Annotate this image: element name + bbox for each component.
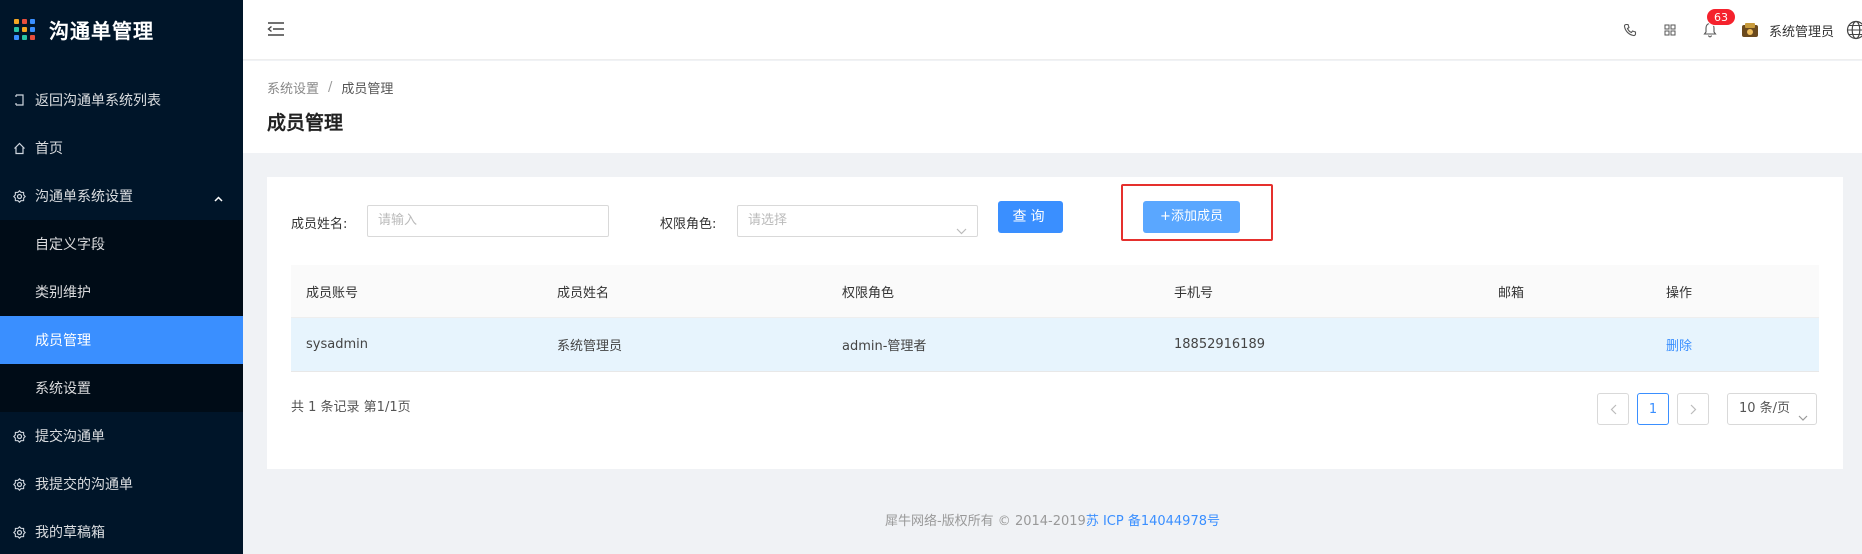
- sidebar-group-label: 沟通单系统设置: [35, 189, 133, 205]
- home-icon: [12, 141, 26, 155]
- delete-link[interactable]: 删除: [1666, 318, 1692, 371]
- user-name: 系统管理员: [1768, 24, 1834, 40]
- bell-icon[interactable]: 63: [1701, 8, 1736, 39]
- member-name-input[interactable]: 请输入: [367, 205, 609, 237]
- role-select-placeholder: 请选择: [748, 213, 788, 228]
- sidebar-item-label: 系统设置: [35, 381, 91, 397]
- pagination: 1 10 条/页: [1589, 393, 1817, 425]
- column-header-role: 权限角色: [842, 285, 895, 301]
- chevron-up-icon: [214, 190, 223, 206]
- grid-icon[interactable]: [1661, 21, 1679, 39]
- sidebar-item-system-settings[interactable]: 系统设置: [0, 364, 243, 412]
- table-row[interactable]: sysadmin 系统管理员 admin-管理者 18852916189 删除: [291, 318, 1819, 372]
- sidebar-item-label: 返回沟通单系统列表: [35, 93, 161, 109]
- footer-copyright: 犀牛网络-版权所有 © 2014-2019: [884, 514, 1086, 529]
- sidebar-item-members[interactable]: 成员管理: [0, 316, 243, 364]
- gear-icon: [12, 189, 26, 203]
- header-actions: 63 系统管理员: [1621, 0, 1862, 60]
- sidebar-item-label: 成员管理: [35, 333, 91, 349]
- column-header-phone: 手机号: [1174, 285, 1214, 301]
- sidebar-item-label: 首页: [35, 141, 63, 157]
- footer-icp-link[interactable]: 苏 ICP 备14044978号: [1086, 514, 1220, 529]
- page-size-value: 10 条/页: [1739, 401, 1791, 416]
- sidebar-item-my-submitted[interactable]: 我提交的沟通单: [0, 460, 243, 508]
- app-logo[interactable]: 沟通单管理: [0, 0, 243, 58]
- next-page-button[interactable]: [1677, 393, 1709, 425]
- globe-icon[interactable]: [1846, 20, 1862, 40]
- sidebar-item-category[interactable]: 类别维护: [0, 268, 243, 316]
- sidebar-item-label: 类别维护: [35, 285, 91, 301]
- sidebar: 沟通单管理 返回沟通单系统列表 首页 沟通单系统设置 自定义字段 类别维护 成员…: [0, 0, 243, 554]
- breadcrumb-current: 成员管理: [341, 82, 394, 97]
- sidebar-item-home[interactable]: 首页: [0, 124, 243, 172]
- role-label: 权限角色:: [660, 217, 717, 232]
- page-title: 成员管理: [267, 112, 344, 134]
- sidebar-item-label: 提交沟通单: [35, 429, 105, 445]
- pagination-summary: 共 1 条记录 第1/1页: [291, 400, 411, 415]
- chevron-down-icon: [1798, 404, 1808, 434]
- column-header-name: 成员姓名: [557, 285, 610, 301]
- user-menu[interactable]: 系统管理员: [1741, 21, 1834, 40]
- page-header: 系统设置 / 成员管理 成员管理: [243, 61, 1862, 153]
- query-button[interactable]: 查询: [998, 201, 1063, 233]
- chevron-right-icon: [1690, 404, 1696, 414]
- logo-icon: [14, 18, 35, 40]
- content-card: 成员姓名: 请输入 权限角色: 请选择 查询 +添加成员 成员账号 成员姓名 权…: [267, 177, 1843, 469]
- cell-role: admin-管理者: [842, 339, 927, 354]
- chevron-left-icon: [1610, 404, 1616, 414]
- footer: 犀牛网络-版权所有 © 2014-2019苏 ICP 备14044978号: [243, 510, 1862, 529]
- breadcrumb: 系统设置 / 成员管理: [267, 78, 1862, 97]
- sidebar-item-custom-fields[interactable]: 自定义字段: [0, 220, 243, 268]
- phone-icon[interactable]: [1621, 21, 1639, 39]
- add-member-button[interactable]: +添加成员: [1143, 201, 1240, 233]
- cell-phone: 18852916189: [1174, 337, 1265, 352]
- column-header-email: 邮箱: [1498, 285, 1525, 301]
- gear-icon: [12, 525, 26, 539]
- member-name-label: 成员姓名:: [291, 217, 348, 232]
- top-header: 63 系统管理员: [243, 0, 1862, 60]
- menu-fold-icon[interactable]: [267, 21, 285, 41]
- chevron-down-icon: [956, 217, 967, 247]
- column-header-action: 操作: [1666, 285, 1693, 301]
- cell-account: sysadmin: [306, 337, 368, 352]
- table-header: 成员账号 成员姓名 权限角色 手机号 邮箱 操作: [291, 265, 1819, 318]
- sidebar-group-settings[interactable]: 沟通单系统设置: [0, 172, 243, 220]
- sidebar-item-label: 我提交的沟通单: [35, 477, 133, 493]
- gear-icon: [12, 429, 26, 443]
- sidebar-nav: 返回沟通单系统列表 首页 沟通单系统设置 自定义字段 类别维护 成员管理 系统设…: [0, 76, 243, 554]
- sidebar-submenu: 自定义字段 类别维护 成员管理 系统设置: [0, 220, 243, 412]
- members-table: 成员账号 成员姓名 权限角色 手机号 邮箱 操作 sysadmin 系统管理员 …: [291, 265, 1819, 372]
- notification-badge: 63: [1705, 8, 1736, 26]
- return-icon: [12, 93, 26, 107]
- role-select[interactable]: 请选择: [737, 205, 978, 237]
- gear-icon: [12, 477, 26, 491]
- sidebar-item-label: 我的草稿箱: [35, 525, 105, 541]
- avatar: [1741, 21, 1759, 39]
- sidebar-item-back[interactable]: 返回沟通单系统列表: [0, 76, 243, 124]
- page-size-select[interactable]: 10 条/页: [1727, 393, 1817, 425]
- sidebar-item-drafts[interactable]: 我的草稿箱: [0, 508, 243, 554]
- breadcrumb-separator: /: [328, 80, 333, 95]
- page-button[interactable]: 1: [1637, 393, 1669, 425]
- sidebar-item-label: 自定义字段: [35, 237, 105, 253]
- app-title: 沟通单管理: [49, 18, 154, 43]
- sidebar-item-submit[interactable]: 提交沟通单: [0, 412, 243, 460]
- column-header-account: 成员账号: [306, 285, 359, 301]
- breadcrumb-parent[interactable]: 系统设置: [267, 78, 319, 97]
- cell-name: 系统管理员: [557, 339, 623, 354]
- prev-page-button[interactable]: [1597, 393, 1629, 425]
